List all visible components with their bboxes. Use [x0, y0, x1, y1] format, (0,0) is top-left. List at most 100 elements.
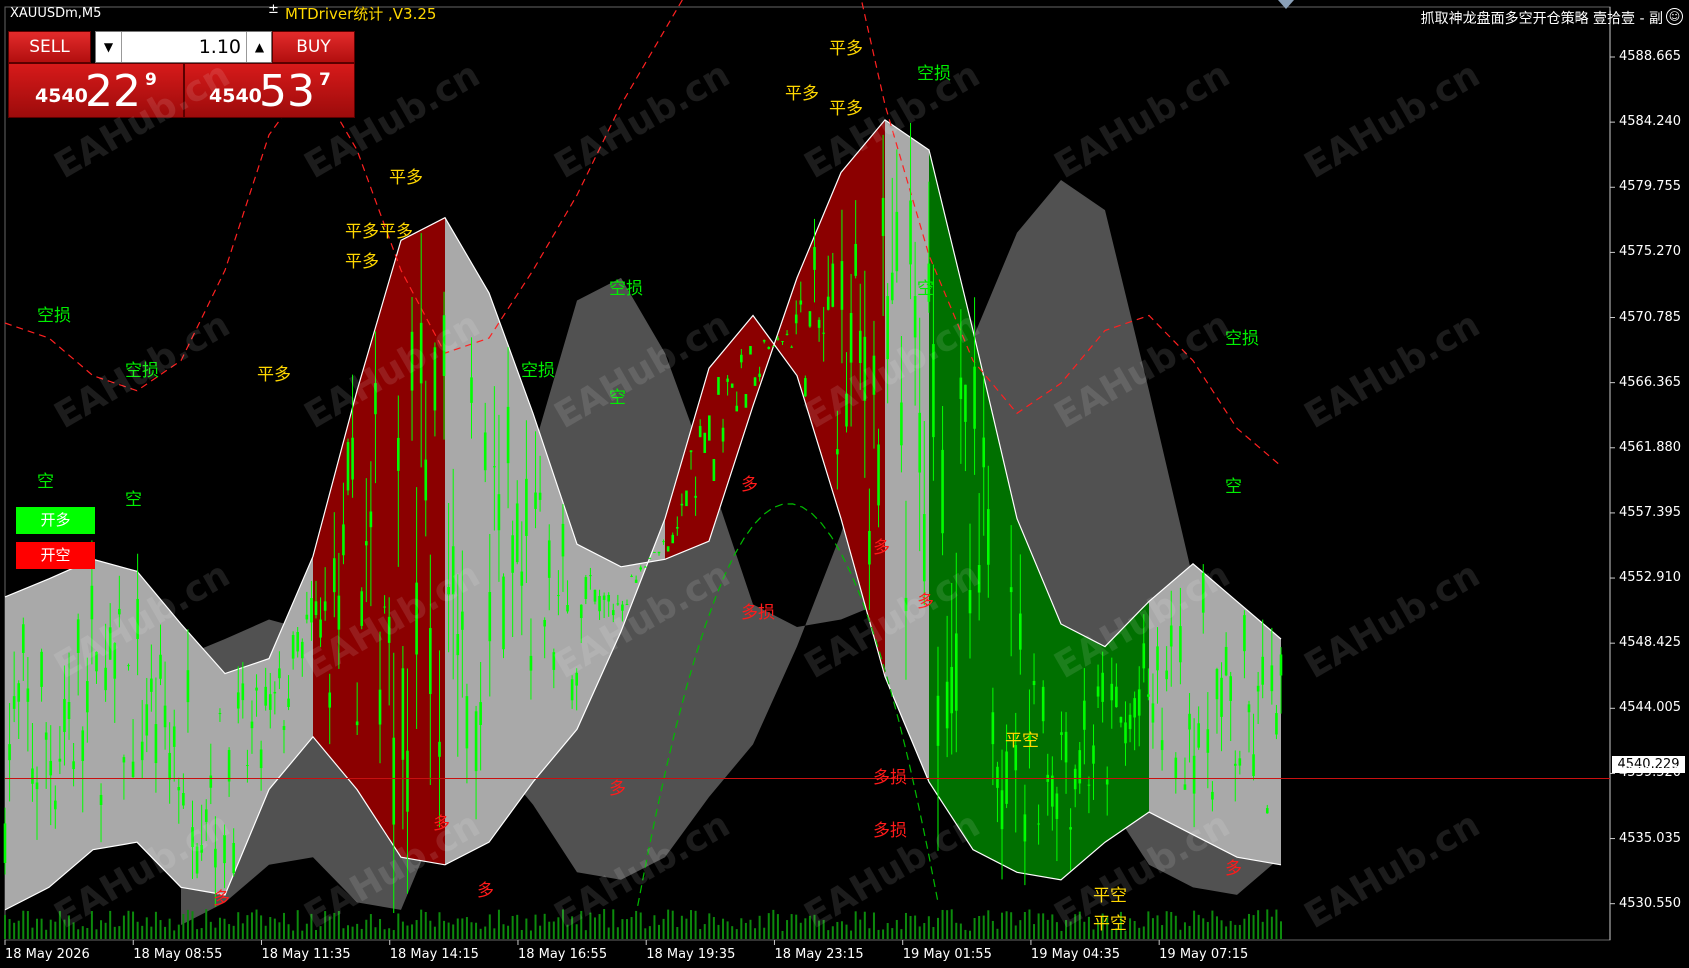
lot-dropdown-icon[interactable]: ▼: [96, 32, 122, 62]
candle-body: [630, 575, 633, 577]
candle-body: [305, 614, 309, 620]
candle-body: [1115, 686, 1118, 708]
candle-body: [666, 546, 670, 552]
candle-body: [1051, 775, 1054, 807]
candle-body: [259, 749, 263, 769]
buy-button[interactable]: BUY: [272, 31, 355, 63]
candle-body: [1238, 758, 1242, 766]
candle-body: [1165, 670, 1168, 680]
lot-size-value[interactable]: 1.10: [121, 32, 245, 62]
sell-button[interactable]: SELL: [8, 31, 91, 63]
candle-body: [808, 311, 812, 327]
candle-body: [58, 758, 62, 762]
candle-body: [346, 442, 350, 491]
y-axis-label: 4557.395: [1619, 504, 1682, 520]
candle-body: [1128, 714, 1132, 730]
candle-body: [54, 800, 57, 810]
candle-body: [474, 711, 478, 772]
candle-body: [337, 595, 341, 630]
candle-body: [342, 524, 345, 556]
signal-annotation: 空: [917, 279, 934, 300]
candle-body: [561, 523, 565, 557]
candle-body: [465, 696, 469, 749]
candle-body: [753, 377, 757, 386]
y-axis-label: 4588.665: [1619, 49, 1682, 64]
candle-body: [538, 492, 542, 500]
candle-body: [648, 557, 652, 559]
signal-annotation: 平多: [257, 365, 291, 386]
candle-body: [653, 551, 656, 553]
candle-body: [328, 692, 332, 708]
candle-body: [877, 444, 880, 506]
candle-body: [515, 503, 519, 563]
candle-body: [209, 775, 213, 788]
candle-body: [424, 459, 428, 501]
candle-body: [996, 766, 999, 788]
candle-body: [218, 713, 222, 715]
chart-window[interactable]: XAUUSDm,M5 ± MTDriver统计 ,V3.25 抓取神龙盘面多空开…: [0, 0, 1689, 968]
candle-body: [858, 330, 862, 364]
candle-body: [881, 197, 885, 237]
chart-shift-arrow-icon[interactable]: [1278, 0, 1294, 9]
candle-body: [264, 686, 267, 706]
sell-price-sup: 9: [145, 70, 157, 90]
candle-body: [1243, 615, 1246, 652]
candle-body: [369, 511, 373, 528]
candle-body: [168, 752, 171, 780]
candle-body: [593, 589, 597, 602]
candle-body: [991, 712, 995, 745]
candle-body: [813, 247, 816, 270]
candle-body: [1265, 808, 1269, 814]
candle-body: [534, 492, 537, 509]
candle-body: [1279, 654, 1283, 676]
candle-body: [708, 415, 711, 441]
candle-body: [749, 346, 752, 355]
y-axis-label: 4575.270: [1619, 244, 1682, 260]
candle-body: [785, 333, 789, 335]
candle-body: [1261, 656, 1265, 685]
band-segment: [885, 119, 929, 782]
candle-body: [726, 378, 729, 382]
candle-body: [406, 750, 409, 812]
candle-body: [1275, 713, 1278, 735]
candle-body: [579, 604, 583, 619]
signal-annotation: 平多: [829, 98, 863, 119]
candle-body: [584, 577, 588, 599]
candle-body: [717, 377, 720, 395]
candle-body: [31, 768, 34, 784]
candle-body: [1037, 823, 1040, 825]
candle-body: [790, 346, 793, 348]
candle-body: [177, 787, 181, 791]
candle-body: [323, 601, 327, 611]
candle-body: [973, 366, 976, 429]
x-axis-label: 18 May 14:15: [389, 947, 479, 962]
candle-body: [602, 595, 606, 600]
candle-body: [438, 741, 441, 757]
candle-body: [1179, 626, 1182, 663]
y-axis-label: 4544.005: [1619, 700, 1682, 716]
candle-body: [1055, 793, 1059, 819]
candle-body: [1009, 587, 1013, 593]
candle-body: [616, 603, 620, 605]
lot-size-field[interactable]: ▼ 1.10 ▲: [95, 31, 272, 63]
y-axis-label: 4530.550: [1619, 895, 1682, 911]
candle-body: [479, 702, 482, 725]
lot-increment-icon[interactable]: ▲: [246, 32, 272, 62]
candle-body: [1019, 613, 1022, 650]
candle-body: [772, 345, 775, 347]
buy-price-big: 53: [259, 66, 315, 117]
candle-body: [1169, 625, 1173, 647]
candle-body: [145, 704, 149, 736]
candle-body: [250, 721, 254, 729]
candle-body: [488, 592, 492, 642]
candle-body: [268, 694, 272, 710]
signal-annotation: 多: [1225, 858, 1242, 879]
candle-body: [703, 432, 707, 453]
candle-body: [721, 427, 725, 442]
open-short-legend[interactable]: 开空: [16, 542, 95, 569]
open-long-legend[interactable]: 开多: [16, 507, 95, 534]
candle-body: [154, 724, 158, 764]
candle-body: [1087, 784, 1091, 786]
candle-body: [986, 509, 990, 565]
candle-body: [296, 631, 300, 652]
